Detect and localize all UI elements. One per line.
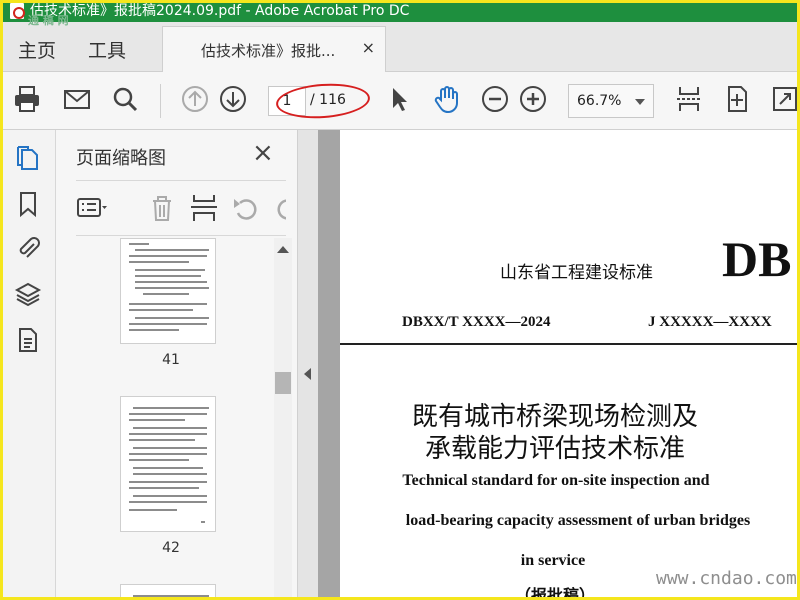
thumbnail-toolbar	[76, 180, 286, 236]
scroll-up-icon[interactable]	[277, 246, 289, 253]
page-thumbnails-icon[interactable]	[14, 144, 42, 172]
window-title: 估技术标准》报批稿2024.09.pdf - Adobe Acrobat Pro…	[30, 3, 410, 19]
thumbnail-scrollbar[interactable]	[274, 238, 292, 600]
bookmark-icon[interactable]	[14, 190, 42, 218]
menu-home[interactable]: 主页	[18, 36, 56, 63]
scroll-thumb[interactable]	[275, 372, 291, 394]
collapse-left-icon	[304, 368, 311, 380]
standard-code: DBXX/T XXXX—2024	[402, 314, 551, 330]
print-icon[interactable]	[12, 84, 42, 114]
toolbar-separator	[160, 84, 161, 118]
insert-page-icon[interactable]	[188, 193, 220, 223]
hand-tool-icon[interactable]	[432, 84, 462, 114]
search-icon[interactable]	[110, 84, 140, 114]
document-title-cn-line2: 承载能力评估技术标准	[424, 434, 685, 464]
zoom-out-icon[interactable]	[480, 84, 510, 114]
panel-title: 页面缩略图	[76, 148, 166, 169]
prev-page-icon[interactable]	[180, 84, 210, 114]
menu-tools[interactable]: 工具	[88, 36, 126, 63]
close-panel-icon[interactable]: ×	[252, 138, 274, 168]
left-navigation-pane	[0, 130, 56, 600]
thumbnail-page-number: 42	[162, 540, 180, 556]
thumbnail-list: 41 42	[76, 238, 274, 600]
zoom-level-value: 66.7%	[577, 93, 622, 109]
email-icon[interactable]	[62, 84, 92, 114]
select-cursor-icon[interactable]	[384, 84, 414, 114]
fullscreen-icon[interactable]	[770, 84, 800, 114]
delete-page-icon[interactable]	[146, 193, 178, 223]
window-title-bar: 估技术标准》报批稿2024.09.pdf - Adobe Acrobat Pro…	[0, 0, 800, 22]
document-viewport[interactable]: 山东省工程建设标准 DB DBXX/T XXXX—2024 J XXXXX—XX…	[318, 130, 800, 600]
document-tab-title: 估技术标准》报批...	[201, 42, 336, 60]
layers-icon[interactable]	[14, 280, 42, 308]
page-thumbnails-panel: 页面缩略图 × 41 42	[56, 130, 298, 600]
page-thumbnail[interactable]	[120, 584, 216, 600]
site-watermark: www.cndao.com	[656, 568, 797, 589]
menu-tab-row: 主页 工具 估技术标准》报批... ×	[0, 22, 800, 72]
page-thumbnail[interactable]	[120, 238, 216, 344]
standard-logo: DB	[722, 231, 792, 287]
standard-category-title: 山东省工程建设标准	[500, 263, 653, 283]
main-toolbar: 1 / 116 66.7%	[0, 72, 800, 130]
document-properties-icon[interactable]	[14, 326, 42, 354]
filing-code: J XXXXX—XXXX	[648, 314, 772, 330]
next-page-icon[interactable]	[218, 84, 248, 114]
rotate-clockwise-icon[interactable]	[272, 193, 286, 223]
page-thumbnail[interactable]	[120, 396, 216, 532]
collapse-panel-handle[interactable]	[298, 130, 318, 600]
document-title-en-line2: load-bearing capacity assessment of urba…	[405, 512, 751, 529]
attachment-icon[interactable]	[14, 234, 42, 262]
page-split-icon[interactable]	[674, 84, 704, 114]
fit-page-icon[interactable]	[722, 84, 752, 114]
divider-line	[340, 343, 800, 345]
document-tab[interactable]: 估技术标准》报批... ×	[162, 26, 386, 72]
document-title-en-line1: Technical standard for on-site inspectio…	[402, 472, 710, 489]
pdf-page: 山东省工程建设标准 DB DBXX/T XXXX—2024 J XXXXX—XX…	[340, 130, 800, 600]
watermark-logo: 通 稿 网	[28, 14, 69, 27]
close-tab-icon[interactable]: ×	[362, 38, 375, 57]
acrobat-app-icon	[10, 3, 25, 19]
options-menu-icon[interactable]	[76, 193, 108, 223]
zoom-in-icon[interactable]	[518, 84, 548, 114]
rotate-counterclockwise-icon[interactable]	[230, 193, 262, 223]
zoom-level-select[interactable]: 66.7%	[568, 84, 654, 118]
chevron-down-icon	[635, 99, 645, 105]
thumbnail-page-number: 41	[162, 352, 180, 368]
